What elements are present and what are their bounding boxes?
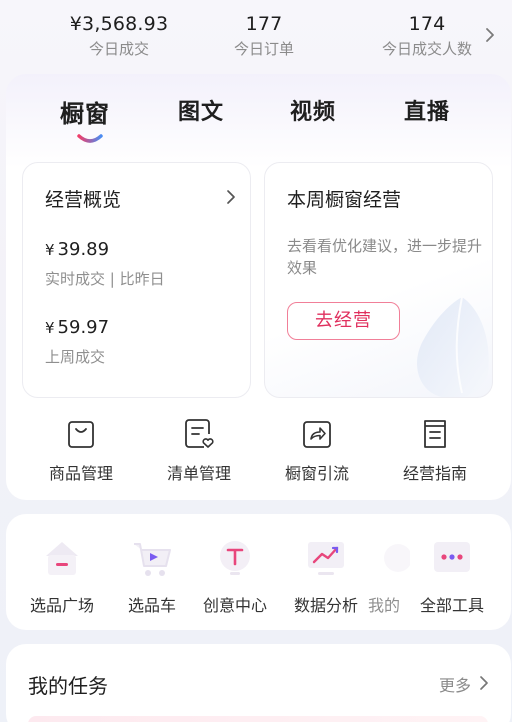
tool-product-plaza[interactable]: 选品广场 [24,536,100,616]
tool-all-tools[interactable]: 全部工具 [410,536,494,616]
tools-card: 选品广场 选品车 创意中心 数据分析 我的 全部工具 [6,514,511,630]
tasks-title: 我的任务 [28,674,108,698]
stat-today-sales[interactable]: ¥3,568.93 今日成交 [44,12,194,60]
profile-icon [384,544,412,572]
amount: 39.89 [57,239,110,260]
content-tabs: 橱窗 图文 视频 直播 [6,74,511,154]
stat-label: 今日成交 [88,40,149,58]
chart-icon [308,542,344,575]
realtime-sales-label: 实时成交 | 比昨日 [45,270,165,288]
chevron-right-icon[interactable] [479,675,489,691]
stat-today-buyers[interactable]: 174 今日成交人数 [368,12,486,60]
quick-action-guide[interactable]: 经营指南 [380,418,490,484]
last-week-sales-value: ¥59.97 [45,317,109,338]
chevron-right-icon[interactable] [226,189,236,205]
quick-action-label: 清单管理 [166,464,231,483]
amount: 59.97 [57,317,110,338]
creative-icon [220,541,250,575]
overview-panel[interactable]: 经营概览 ¥39.89 实时成交 | 比昨日 ¥59.97 上周成交 [22,162,251,398]
currency-symbol: ¥ [45,319,55,337]
stat-today-orders[interactable]: 177 今日订单 [214,12,314,60]
tool-label: 创意中心 [202,596,267,615]
tool-product-cart[interactable]: 选品车 [114,536,190,616]
weekly-description: 去看看优化建议，进一步提升效果 [287,237,483,277]
tool-mine[interactable]: 我的 [368,536,412,616]
stat-value: ¥3,568.93 [69,13,169,35]
decorative-shape-icon [417,296,489,397]
overview-title: 经营概览 [45,189,122,211]
bag-icon [68,421,94,448]
store-icon [46,542,78,575]
all-tools-icon [434,542,470,572]
stats-bar[interactable]: ¥3,568.93 今日成交 177 今日订单 174 今日成交人数 [0,0,512,72]
share-icon [303,421,331,448]
tool-label: 我的 [368,596,401,615]
weekly-title: 本周橱窗经营 [287,189,402,211]
quick-action-traffic[interactable]: 橱窗引流 [262,418,372,484]
chevron-right-icon[interactable] [484,26,496,44]
tool-data-analysis[interactable]: 数据分析 [284,536,368,616]
quick-action-label: 经营指南 [402,464,467,483]
guide-book-icon [424,420,446,448]
last-week-sales-label: 上周成交 [45,348,106,366]
tool-creative-center[interactable]: 创意中心 [196,536,274,616]
quick-actions: 商品管理 清单管理 橱窗引流 经营指南 [6,418,511,488]
weekly-operation-panel: 本周橱窗经营 去看看优化建议，进一步提升效果 去经营 [264,162,493,398]
go-operate-button[interactable]: 去经营 [287,302,400,340]
list-heart-icon [185,419,214,448]
tool-label: 选品广场 [29,596,94,615]
stat-label: 今日成交人数 [381,40,472,58]
tab-window[interactable]: 橱窗 [60,94,110,129]
active-tab-indicator [77,134,103,143]
stat-value: 177 [245,13,283,35]
task-item-preview[interactable] [28,716,488,722]
realtime-sales-value: ¥39.89 [45,239,109,260]
tab-live[interactable]: 直播 [404,94,450,126]
quick-action-label: 商品管理 [48,464,113,483]
tool-label: 全部工具 [419,596,484,615]
quick-action-label: 橱窗引流 [284,464,349,483]
tool-label: 数据分析 [293,596,358,615]
stat-label: 今日订单 [233,40,294,58]
quick-action-list-management[interactable]: 清单管理 [144,418,254,484]
cart-icon [134,543,171,576]
currency-symbol: ¥ [45,241,55,259]
tool-label: 选品车 [127,596,176,615]
tab-image-text[interactable]: 图文 [178,94,224,126]
tab-video[interactable]: 视频 [290,94,336,126]
tasks-more-link[interactable]: 更多 [439,672,471,696]
quick-action-product-management[interactable]: 商品管理 [26,418,136,484]
stat-value: 174 [408,13,446,35]
tasks-card: 我的任务 更多 [6,644,511,722]
shop-window-card: 橱窗 图文 视频 直播 经营概览 ¥39.89 实时成交 | 比昨日 ¥59.9… [6,74,511,500]
